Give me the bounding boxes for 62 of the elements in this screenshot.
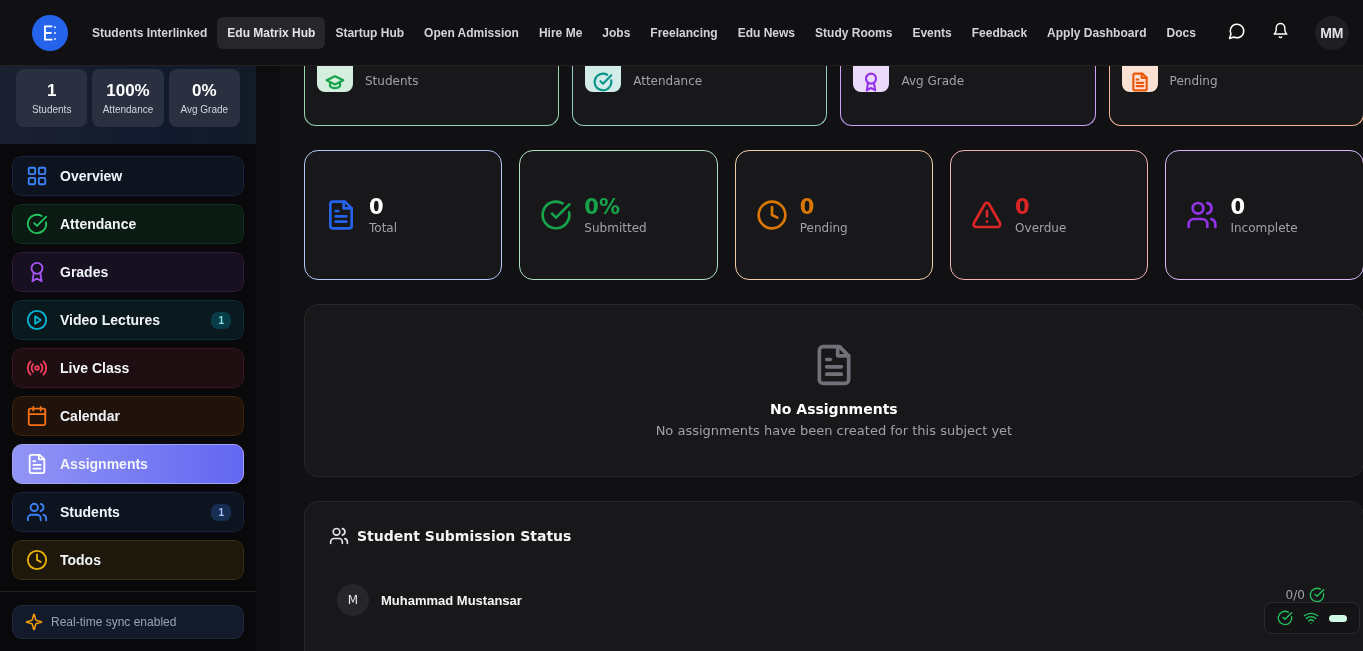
nav-link[interactable]: Docs (1156, 16, 1206, 49)
nav-link[interactable]: Events (902, 16, 962, 49)
sparkle-icon (25, 613, 43, 631)
student-avatar: M (337, 584, 369, 616)
stat-label: Submitted (584, 221, 647, 235)
stat-value: 0 (369, 195, 385, 219)
bell-icon (1271, 22, 1289, 39)
sidebar-item[interactable]: Video Lectures 1 (12, 300, 244, 340)
stat-value: 1 (46, 81, 57, 101)
check-circle-icon (1308, 587, 1325, 603)
stat-label: Incomplete (1230, 221, 1298, 235)
nav-link[interactable]: Edu News (727, 16, 806, 49)
empty-message: No assignments have been created for this subject yet (655, 423, 1013, 438)
status-widget[interactable] (1263, 602, 1360, 634)
summary-label: Avg Grade (901, 74, 965, 88)
stat-value: 0% (192, 81, 217, 101)
wifi-icon (1302, 610, 1319, 626)
stat-value: 0 (799, 195, 816, 219)
nav-link[interactable]: Freelancing (640, 16, 728, 49)
nav-link[interactable]: Open Admission (414, 16, 529, 49)
sidebar-item[interactable]: Overview (12, 156, 244, 196)
nav-link[interactable]: Jobs (592, 16, 641, 49)
logo-icon[interactable] (32, 14, 68, 51)
submission-count: 0/0 (1285, 588, 1305, 602)
nav-link[interactable]: Study Rooms (805, 16, 903, 49)
stat-value: 100% (106, 81, 150, 101)
sidebar-item[interactable]: Live Class (12, 348, 244, 388)
panel-title: Student Submission Status (357, 528, 572, 544)
nav-link[interactable]: Feedback (961, 16, 1038, 49)
student-name: Muhammad Mustansar (381, 592, 523, 608)
stat-label: Attendance (102, 104, 154, 115)
stat-label: Pending (799, 221, 848, 235)
count-badge: 1 (211, 311, 231, 329)
sidebar-item[interactable]: Grades (12, 252, 244, 292)
sidebar-item[interactable]: Todos (12, 540, 244, 580)
stat-value: 0% (584, 195, 621, 219)
nav-link[interactable]: Apply Dashboard (1037, 16, 1157, 49)
stat-value: 0 (1230, 195, 1247, 219)
toggle-icon (1328, 614, 1347, 622)
summary-label: Attendance (633, 74, 703, 88)
summary-label: Students (365, 74, 419, 88)
check-circle-icon (1276, 610, 1293, 626)
nav-link[interactable]: Edu Matrix Hub (217, 16, 326, 49)
empty-title: No Assignments (770, 401, 898, 417)
sidebar-item[interactable]: Calendar (12, 396, 244, 436)
chat-icon (1227, 21, 1246, 40)
stat-label: Avg Grade (180, 104, 229, 115)
users-icon (329, 526, 349, 546)
nav-link[interactable]: Startup Hub (325, 16, 415, 49)
stat-label: Overdue (1015, 221, 1067, 235)
user-avatar[interactable]: MM (1314, 15, 1349, 50)
summary-label: Pending (1169, 74, 1218, 88)
document-icon (26, 453, 48, 475)
sidebar-item[interactable]: Attendance (12, 204, 244, 244)
sidebar-item[interactable]: Students 1 (12, 492, 244, 532)
stat-label: Students (31, 104, 72, 115)
sync-text: Real-time sync enabled (51, 615, 177, 629)
count-badge: 1 (211, 503, 231, 521)
nav-link[interactable]: Hire Me (528, 16, 593, 49)
nav-link[interactable]: Students Interlinked (82, 16, 218, 49)
stat-label: Total (369, 221, 398, 235)
stat-value: 0 (1015, 195, 1031, 219)
